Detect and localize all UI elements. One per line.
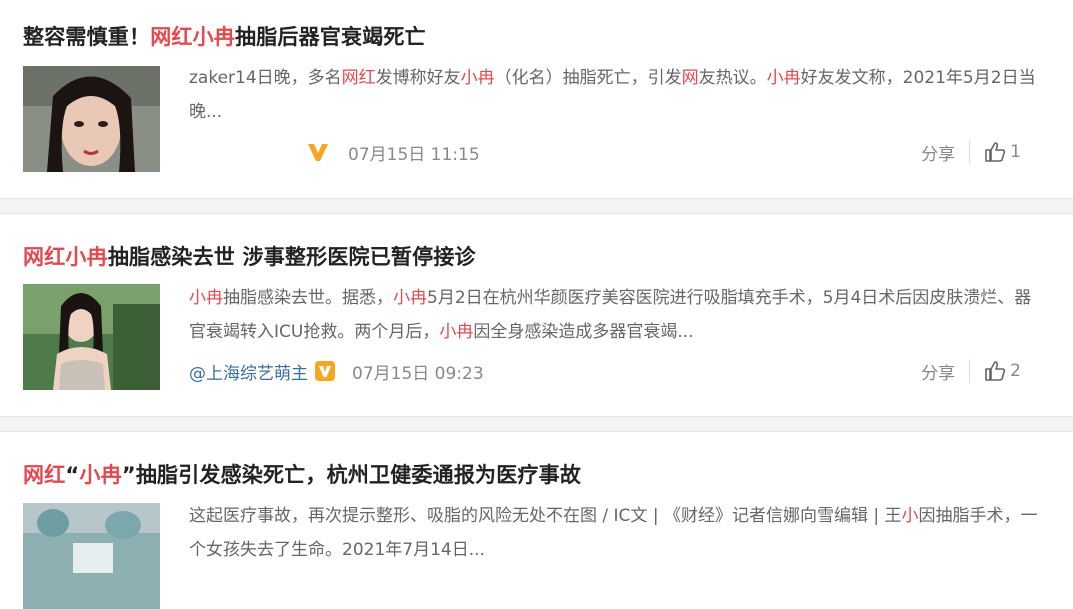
- keyword-highlight: 小: [901, 506, 919, 526]
- keyword-highlight: 网: [681, 68, 699, 88]
- text-segment: ”抽脂引发感染死亡，杭州卫健委通报为医疗事故: [121, 463, 582, 487]
- action-divider: [969, 140, 971, 164]
- publish-time: 07月15日 11:15: [348, 144, 480, 165]
- action-divider: [969, 359, 971, 383]
- card-separator: [0, 198, 1073, 214]
- keyword-highlight: 小冉: [79, 463, 122, 487]
- keyword-highlight: 小冉: [189, 288, 223, 308]
- verified-badge-icon: [314, 360, 336, 382]
- card-separator: [0, 416, 1073, 432]
- news-card: 网红小冉抽脂感染去世 涉事整形医院已暂停接诊 小冉抽脂感染去世。据悉，小冉5月2…: [0, 214, 1073, 416]
- keyword-highlight: 网红小冉: [23, 245, 108, 269]
- text-segment: 抽脂后器官衰竭死亡: [235, 25, 426, 49]
- text-segment: zaker14日晚，多名: [189, 68, 342, 88]
- publish-time: 07月15日 09:23: [352, 363, 484, 384]
- like-button[interactable]: 1: [984, 141, 1021, 163]
- text-segment: 抽脂感染去世。据悉，: [223, 288, 393, 308]
- news-card: 网红“小冉”抽脂引发感染死亡，杭州卫健委通报为医疗事故 这起医疗事故，再次提示整…: [0, 432, 1073, 609]
- text-segment: （化名）抽脂死亡，引发: [494, 68, 682, 88]
- article-title[interactable]: 网红小冉抽脂感染去世 涉事整形医院已暂停接诊: [23, 241, 476, 271]
- article-summary: 这起医疗事故，再次提示整形、吸脂的风险无处不在图 / IC文 | 《财经》记者信…: [189, 499, 1047, 567]
- news-card: 整容需慎重！网红小冉抽脂后器官衰竭死亡 zaker14日晚，多名网红发博称好友小…: [0, 0, 1073, 198]
- keyword-highlight: 小冉: [460, 68, 495, 88]
- portrait-photo: [23, 66, 160, 172]
- share-button[interactable]: 分享: [921, 359, 969, 384]
- keyword-highlight: 网红小冉: [150, 25, 236, 49]
- like-count: 1: [1010, 142, 1021, 162]
- like-count: 2: [1010, 361, 1021, 381]
- thumbs-up-icon: [985, 361, 1006, 381]
- keyword-highlight: 网红: [23, 463, 66, 487]
- article-summary: 小冉抽脂感染去世。据悉，小冉5月2日在杭州华颜医疗美容医院进行吸脂填充手术，5月…: [189, 281, 1047, 349]
- text-segment: 抽脂感染去世 涉事整形医院已暂停接诊: [107, 245, 476, 269]
- news-feed: 整容需慎重！网红小冉抽脂后器官衰竭死亡 zaker14日晚，多名网红发博称好友小…: [0, 0, 1073, 609]
- like-button[interactable]: 2: [984, 360, 1021, 382]
- article-thumbnail[interactable]: [23, 284, 160, 390]
- article-title[interactable]: 整容需慎重！网红小冉抽脂后器官衰竭死亡: [23, 21, 426, 51]
- text-segment: 发博称好友: [375, 68, 461, 88]
- vip-v-icon: [306, 141, 330, 163]
- text-segment: 整容需慎重！: [23, 25, 151, 49]
- article-actions: 分享 1: [921, 140, 1021, 165]
- article-thumbnail[interactable]: [23, 66, 160, 172]
- portrait-photo-outdoor: [23, 284, 160, 390]
- thumbs-up-icon: [985, 142, 1006, 162]
- article-meta: 07月15日 11:15: [306, 140, 480, 165]
- article-summary: zaker14日晚，多名网红发博称好友小冉（化名）抽脂死亡，引发网友热议。小冉好…: [189, 61, 1047, 129]
- article-actions: 分享 2: [921, 359, 1021, 384]
- text-segment: “: [65, 463, 80, 487]
- keyword-highlight: 小冉: [439, 322, 474, 342]
- share-button[interactable]: 分享: [921, 140, 969, 165]
- text-segment: 这起医疗事故，再次提示整形、吸脂的风险无处不在图 / IC文 | 《财经》记者信…: [189, 506, 902, 526]
- article-thumbnail[interactable]: [23, 503, 160, 609]
- keyword-highlight: 小冉: [393, 288, 427, 308]
- text-segment: 友热议。: [698, 68, 767, 88]
- surgery-photo: [23, 503, 160, 609]
- keyword-highlight: 小冉: [766, 68, 801, 88]
- article-meta: @上海综艺萌主 07月15日 09:23: [189, 359, 484, 384]
- author-link[interactable]: @上海综艺萌主: [189, 359, 308, 384]
- article-title[interactable]: 网红“小冉”抽脂引发感染死亡，杭州卫健委通报为医疗事故: [23, 459, 581, 489]
- text-segment: 因全身感染造成多器官衰竭...: [473, 322, 694, 342]
- keyword-highlight: 网红: [341, 68, 376, 88]
